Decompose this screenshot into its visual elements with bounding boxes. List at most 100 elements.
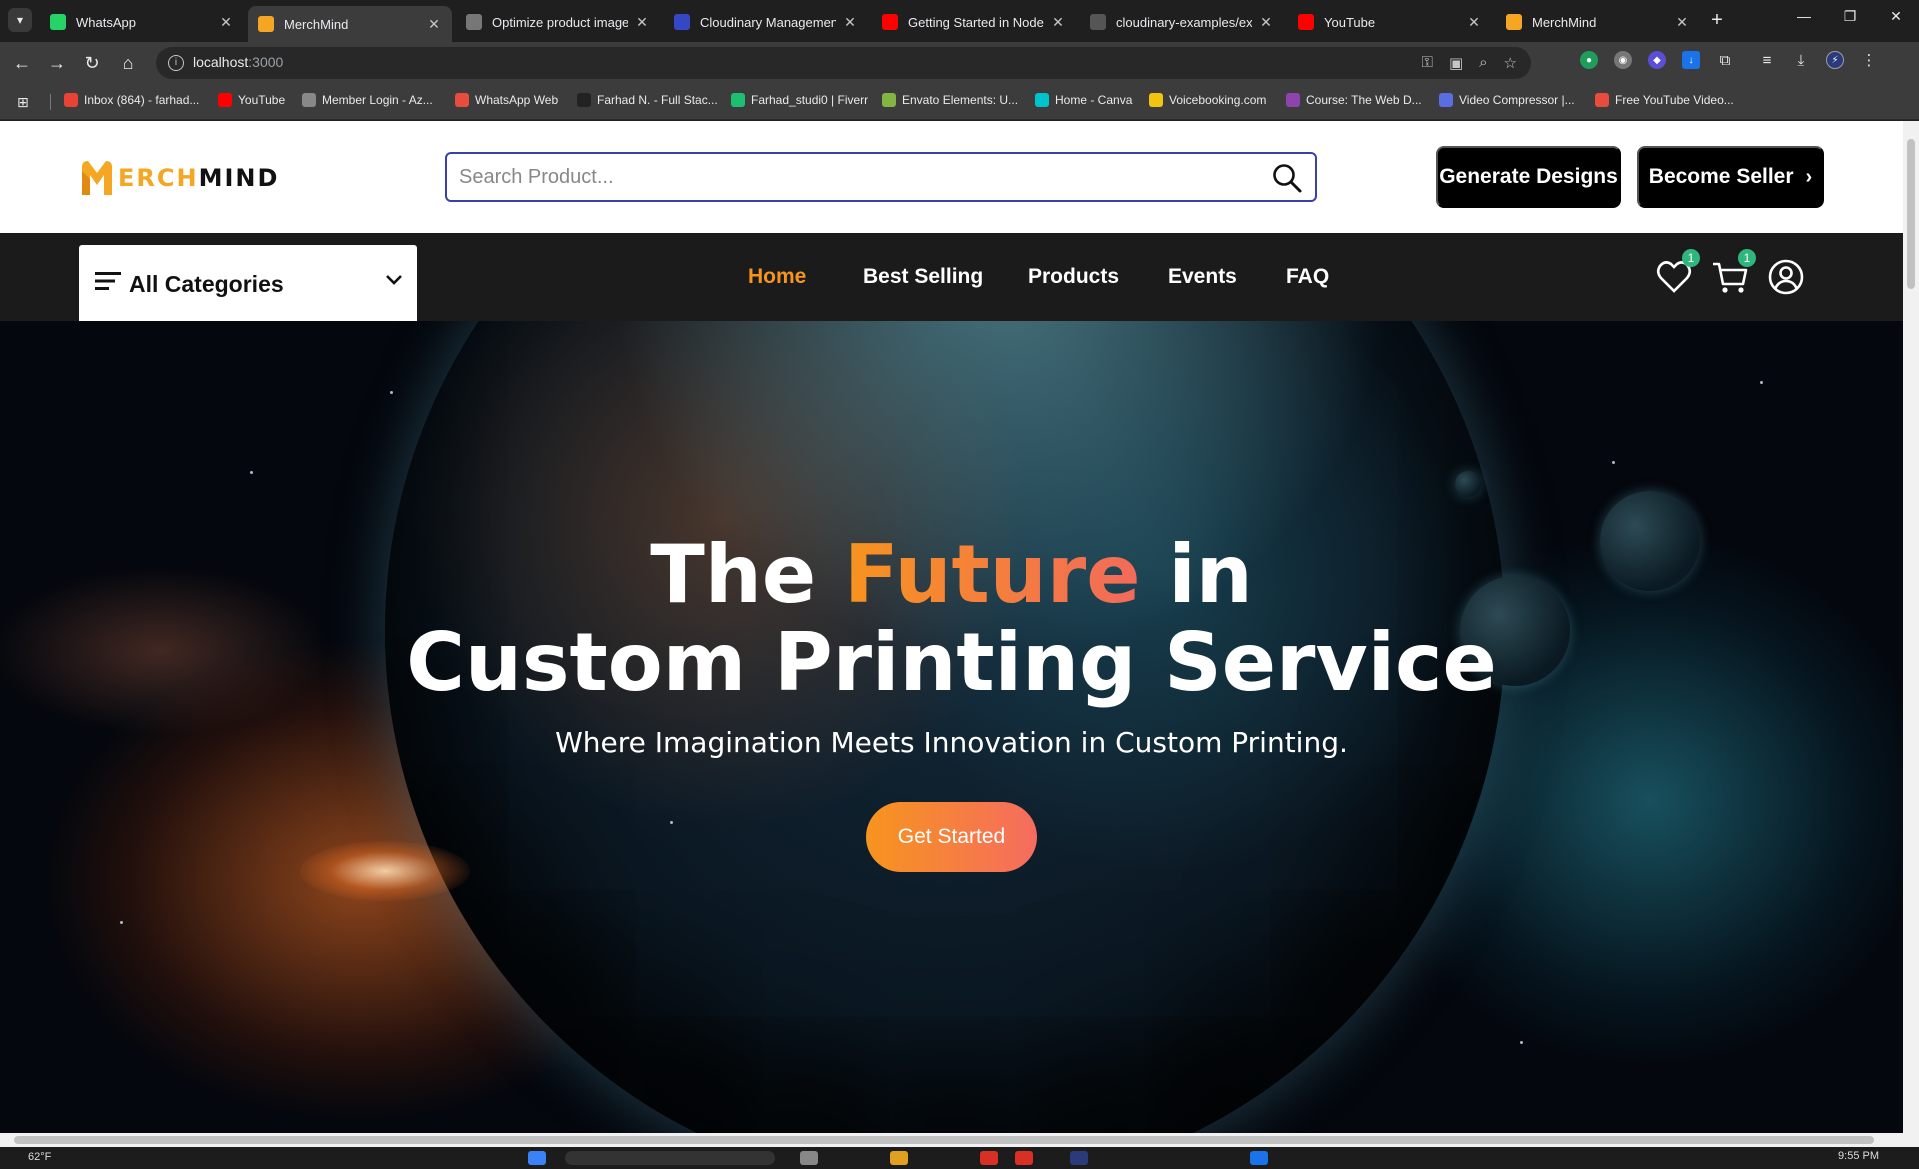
tab-close-icon[interactable]: ✕ <box>1050 14 1066 31</box>
bookmark-item[interactable]: Inbox (864) - farhad... <box>64 93 199 107</box>
site-info-icon[interactable]: i <box>168 55 184 71</box>
nav-best-selling[interactable]: Best Selling <box>863 265 983 289</box>
merchmind-icon <box>258 16 274 32</box>
window-close-icon[interactable]: ✕ <box>1882 8 1910 25</box>
search-input[interactable] <box>459 162 1239 192</box>
tab-title: Optimize product image <box>492 14 628 30</box>
home-icon[interactable]: ⌂ <box>116 51 140 75</box>
apps-grid-icon[interactable]: ⊞ <box>17 94 29 111</box>
logo-wordmark: ERCHMIND <box>118 164 280 192</box>
bookmark-item[interactable]: YouTube <box>218 93 285 107</box>
extensions-puzzle-icon[interactable]: ⧉ <box>1716 51 1734 69</box>
nav-home[interactable]: Home <box>748 265 806 289</box>
chrome-taskbar-icon[interactable] <box>980 1151 998 1165</box>
tab-close-icon[interactable]: ✕ <box>218 14 234 31</box>
zoom-icon[interactable]: ⌕ <box>1479 54 1487 72</box>
bookmark-item[interactable]: Farhad N. - Full Stac... <box>577 93 718 107</box>
star <box>1760 381 1763 384</box>
chevron-right-icon: › <box>1805 165 1813 188</box>
tab-close-icon[interactable]: ✕ <box>634 14 650 31</box>
product-search-box[interactable] <box>445 152 1317 202</box>
tab-search-button[interactable]: ▾ <box>8 8 32 32</box>
password-key-icon[interactable]: ⚿ <box>1422 54 1433 72</box>
bookmark-label: Envato Elements: U... <box>902 93 1019 107</box>
browser-tab[interactable]: Optimize product image ✕ <box>456 6 660 38</box>
github-icon <box>1090 14 1106 30</box>
reload-icon[interactable]: ↻ <box>80 51 104 75</box>
cloudinary-icon <box>674 14 690 30</box>
become-seller-button[interactable]: Become Seller › <box>1637 146 1824 208</box>
extension-green-icon[interactable]: ● <box>1580 51 1598 69</box>
account-button[interactable] <box>1766 257 1806 297</box>
browser-tab[interactable]: cloudinary-examples/exa ✕ <box>1080 6 1284 38</box>
bookmark-item[interactable]: Free YouTube Video... <box>1595 93 1734 107</box>
star <box>250 471 253 474</box>
camera-extension-icon[interactable]: ◉ <box>1614 51 1632 69</box>
bookmark-item[interactable]: Farhad_studi0 | Fiverr <box>731 93 868 107</box>
media-control-icon[interactable]: ≡ <box>1758 51 1776 69</box>
browser-tab[interactable]: Cloudinary Management ✕ <box>664 6 868 38</box>
star <box>1520 1041 1523 1044</box>
cart-button[interactable]: 1 <box>1710 249 1756 297</box>
bookmark-item[interactable]: Envato Elements: U... <box>882 93 1018 107</box>
browser-tab[interactable]: MerchMind ✕ <box>248 6 452 42</box>
browser-tab[interactable]: YouTube ✕ <box>1288 6 1492 38</box>
tab-close-icon[interactable]: ✕ <box>1466 14 1482 31</box>
browser-menu-icon[interactable]: ⋮ <box>1860 51 1878 69</box>
bookmark-item[interactable]: Voicebooking.com <box>1149 93 1266 107</box>
star <box>670 821 673 824</box>
file-explorer-icon[interactable] <box>890 1151 908 1165</box>
horizontal-scrollbar[interactable] <box>0 1133 1919 1147</box>
categories-dropdown[interactable]: All Categories <box>79 245 417 321</box>
bookmark-item[interactable]: Course: The Web D... <box>1286 93 1422 107</box>
vertical-scrollbar[interactable] <box>1903 121 1919 1133</box>
tab-title: Getting Started in Node.js <box>908 14 1044 30</box>
tab-title: MerchMind <box>284 16 349 32</box>
forward-icon[interactable]: → <box>45 51 69 75</box>
install-app-icon[interactable]: ▣ <box>1449 54 1463 72</box>
back-icon[interactable]: ← <box>10 51 34 75</box>
browser-tab[interactable]: Getting Started in Node.js ✕ <box>872 6 1076 38</box>
search-icon[interactable] <box>1271 162 1303 194</box>
restore-icon[interactable]: ❐ <box>1836 8 1864 25</box>
downloads-icon[interactable]: ⤓ <box>1792 51 1810 69</box>
minimize-icon[interactable]: — <box>1790 8 1818 24</box>
tab-close-icon[interactable]: ✕ <box>842 14 858 31</box>
scrollbar-thumb[interactable] <box>14 1136 1874 1144</box>
bookmark-label: YouTube <box>238 93 286 107</box>
nav-products[interactable]: Products <box>1028 265 1119 289</box>
bookmark-star-icon[interactable]: ☆ <box>1504 54 1517 72</box>
tab-close-icon[interactable]: ✕ <box>426 16 442 33</box>
browser-tab[interactable]: MerchMind ✕ <box>1496 6 1700 38</box>
shield-extension-icon[interactable]: ◆ <box>1648 51 1666 69</box>
url-text[interactable]: localhost:3000 <box>193 54 283 70</box>
task-view-icon[interactable] <box>800 1151 818 1165</box>
nav-events[interactable]: Events <box>1168 265 1237 289</box>
start-menu-icon[interactable] <box>528 1151 546 1165</box>
bookmark-item[interactable]: Home - Canva <box>1035 93 1132 107</box>
bookmark-item[interactable]: Video Compressor |... <box>1439 93 1575 107</box>
tab-close-icon[interactable]: ✕ <box>1674 14 1690 31</box>
profile-avatar-icon[interactable]: ⚡ <box>1826 51 1844 69</box>
bookmark-item[interactable]: WhatsApp Web <box>455 93 558 107</box>
weather-widget[interactable]: 62°F <box>28 1151 51 1163</box>
nav-faq[interactable]: FAQ <box>1286 265 1329 289</box>
generate-designs-button[interactable]: Generate Designs <box>1436 146 1621 208</box>
download-extension-icon[interactable]: ↓ <box>1682 51 1700 69</box>
bookmark-item[interactable]: Member Login - Az... <box>302 93 433 107</box>
voicebooking-icon <box>1149 93 1163 107</box>
browser-tab[interactable]: WhatsApp ✕ <box>40 6 244 38</box>
tab-close-icon[interactable]: ✕ <box>1258 14 1274 31</box>
taskbar-search-box[interactable] <box>565 1151 775 1165</box>
chrome-taskbar-icon[interactable] <box>1015 1151 1033 1165</box>
get-started-button[interactable]: Get Started <box>866 802 1037 872</box>
app-taskbar-icon[interactable] <box>1070 1151 1088 1165</box>
new-tab-button[interactable]: + <box>1705 9 1729 33</box>
wishlist-button[interactable]: 1 <box>1654 249 1700 297</box>
scrollbar-thumb[interactable] <box>1907 139 1915 289</box>
bookmark-label: Free YouTube Video... <box>1615 93 1734 107</box>
merchmind-logo[interactable]: ERCHMIND <box>78 155 323 201</box>
address-bar[interactable]: i localhost:3000 ⚿ ▣ ⌕ ☆ <box>156 47 1531 79</box>
app-taskbar-icon[interactable] <box>1250 1151 1268 1165</box>
bookmark-label: Farhad_studi0 | Fiverr <box>751 93 869 107</box>
